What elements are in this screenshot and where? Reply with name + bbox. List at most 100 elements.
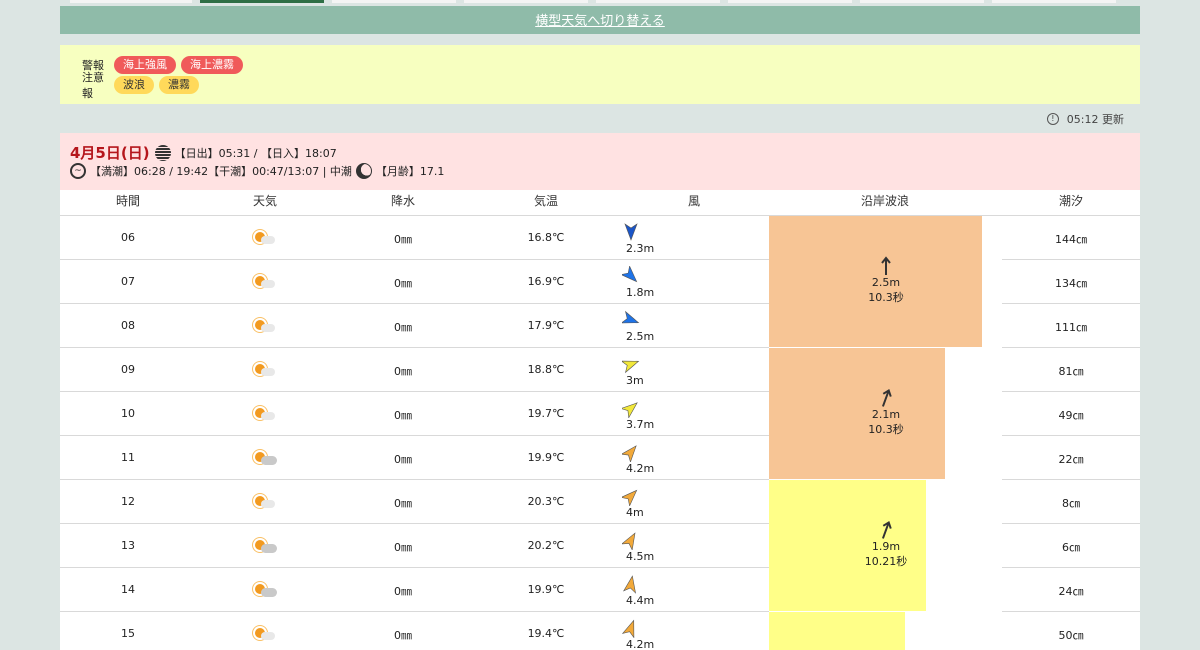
rain-cell: 0㎜ [394,409,412,422]
hour-cell: 10 [121,407,135,420]
wave-direction-icon [769,388,1003,408]
wind-speed: 4.2m [626,638,655,650]
header-time: 時間 [115,194,140,208]
tide-cell: 50㎝ [1058,629,1084,642]
wave-height: 2.5m [871,275,901,289]
advisory-badge[interactable]: 波浪 [114,76,154,94]
cloud-icon [261,412,275,420]
row-divider [1002,259,1140,260]
wind-speed: 4m [626,506,644,519]
day-row-sun: 4月5日(日) 【日出】05:31 / 【日入】18:07 [70,142,337,163]
temp-cell: 20.3℃ [527,495,565,508]
moon-icon [355,163,372,179]
row-divider [60,347,769,348]
wave-block: 2.1m 10.3秒 [769,348,945,479]
row-divider [1002,303,1140,304]
cloud-icon [261,324,275,332]
sunny-cloudy-icon [253,450,277,466]
wind-speed: 2.5m [626,330,655,343]
cloud-icon [261,544,277,553]
cloud-icon [261,236,275,244]
top-tab[interactable] [464,0,588,3]
hour-cell: 09 [121,363,135,376]
wind-speed: 2.3m [626,242,655,255]
header-rain: 降水 [390,194,415,208]
top-tab[interactable] [596,0,720,3]
top-tab[interactable] [992,0,1116,3]
hour-cell: 13 [121,539,135,552]
tide-cell: 24㎝ [1058,585,1084,598]
tide-icon: ~ [70,163,86,179]
hour-cell: 14 [121,583,135,596]
cloud-icon [261,368,275,376]
sunny-cloudy-icon [253,274,277,290]
row-divider [60,391,769,392]
tide-times: 【満潮】06:28 / 19:42【干潮】00:47/13:07 | 中潮 [90,165,352,178]
header-waves: 沿岸波浪 [860,194,909,208]
warning-badge[interactable]: 海上濃霧 [181,56,243,74]
warning-badge[interactable]: 海上強風 [114,56,176,74]
switch-horizontal-link[interactable]: 横型天気へ切り替える [535,14,665,29]
top-tab[interactable] [728,0,852,3]
cloud-icon [261,280,275,288]
wind-speed: 3.7m [626,418,655,431]
wind-cell: 3.7m [622,398,672,434]
hour-cell: 15 [121,627,135,640]
sun-times: 【日出】05:31 / 【日入】18:07 [174,146,337,160]
wave-block: 1.9m 10.21秒 [769,480,926,611]
wave-period: 10.21秒 [864,554,908,568]
tide-cell: 134㎝ [1055,277,1087,290]
temp-cell: 16.8℃ [527,231,565,244]
temp-cell: 19.4℃ [527,627,565,640]
hour-cell: 06 [121,231,135,244]
tide-cell: 111㎝ [1055,321,1087,334]
temp-cell: 19.7℃ [527,407,565,420]
wind-cell: 4m [622,486,672,522]
cloud-icon [261,588,277,597]
advisory-badge[interactable]: 濃霧 [159,76,199,94]
tide-cell: 22㎝ [1058,453,1084,466]
row-divider [1002,347,1140,348]
row-divider [60,567,769,568]
wind-cell: 3m [622,354,672,390]
row-divider [1002,479,1140,480]
wave-block [769,612,905,650]
alerts-box: 警報 海上強風 海上濃霧 注意報 波浪 濃霧 [60,45,1140,104]
temp-cell: 18.8℃ [527,363,565,376]
clock-icon: ! [1046,113,1059,125]
wind-cell: 4.2m [622,442,672,478]
row-divider [60,303,769,304]
forecast-table: 時間 天気 降水 気温 風 沿岸波浪 潮汐 2.5m 10.3秒 2.1m 10.3秒… [60,190,1140,650]
header-wind: 風 [687,194,700,208]
wind-speed: 3m [626,374,644,387]
wave-info: 2.1m 10.3秒 [769,388,1003,437]
wave-period: 10.3秒 [868,422,904,436]
top-tab[interactable] [332,0,456,3]
sunny-cloudy-icon [253,230,277,246]
day-row-tide: ~ 【満潮】06:28 / 19:42【干潮】00:47/13:07 | 中潮 … [70,163,444,179]
header-weather: 天気 [252,194,277,208]
top-tab[interactable] [860,0,984,3]
top-tab[interactable] [70,0,192,3]
row-divider [1002,391,1140,392]
temp-cell: 16.9℃ [527,275,565,288]
wind-speed: 4.2m [626,462,655,475]
row-divider [60,435,769,436]
rain-cell: 0㎜ [394,497,412,510]
hour-cell: 11 [121,451,135,464]
row-divider [1002,435,1140,436]
hour-cell: 12 [121,495,135,508]
wind-speed: 1.8m [626,286,655,299]
hour-cell: 07 [121,275,135,288]
cloud-icon [261,500,275,508]
tide-cell: 49㎝ [1058,409,1084,422]
temp-cell: 17.9℃ [527,319,565,332]
rain-cell: 0㎜ [394,453,412,466]
row-divider [60,611,769,612]
row-divider [60,479,769,480]
tide-cell: 8㎝ [1062,497,1080,510]
rain-cell: 0㎜ [394,277,412,290]
temp-cell: 19.9℃ [527,451,565,464]
top-tab-active[interactable] [200,0,324,3]
cloud-icon [261,632,275,640]
